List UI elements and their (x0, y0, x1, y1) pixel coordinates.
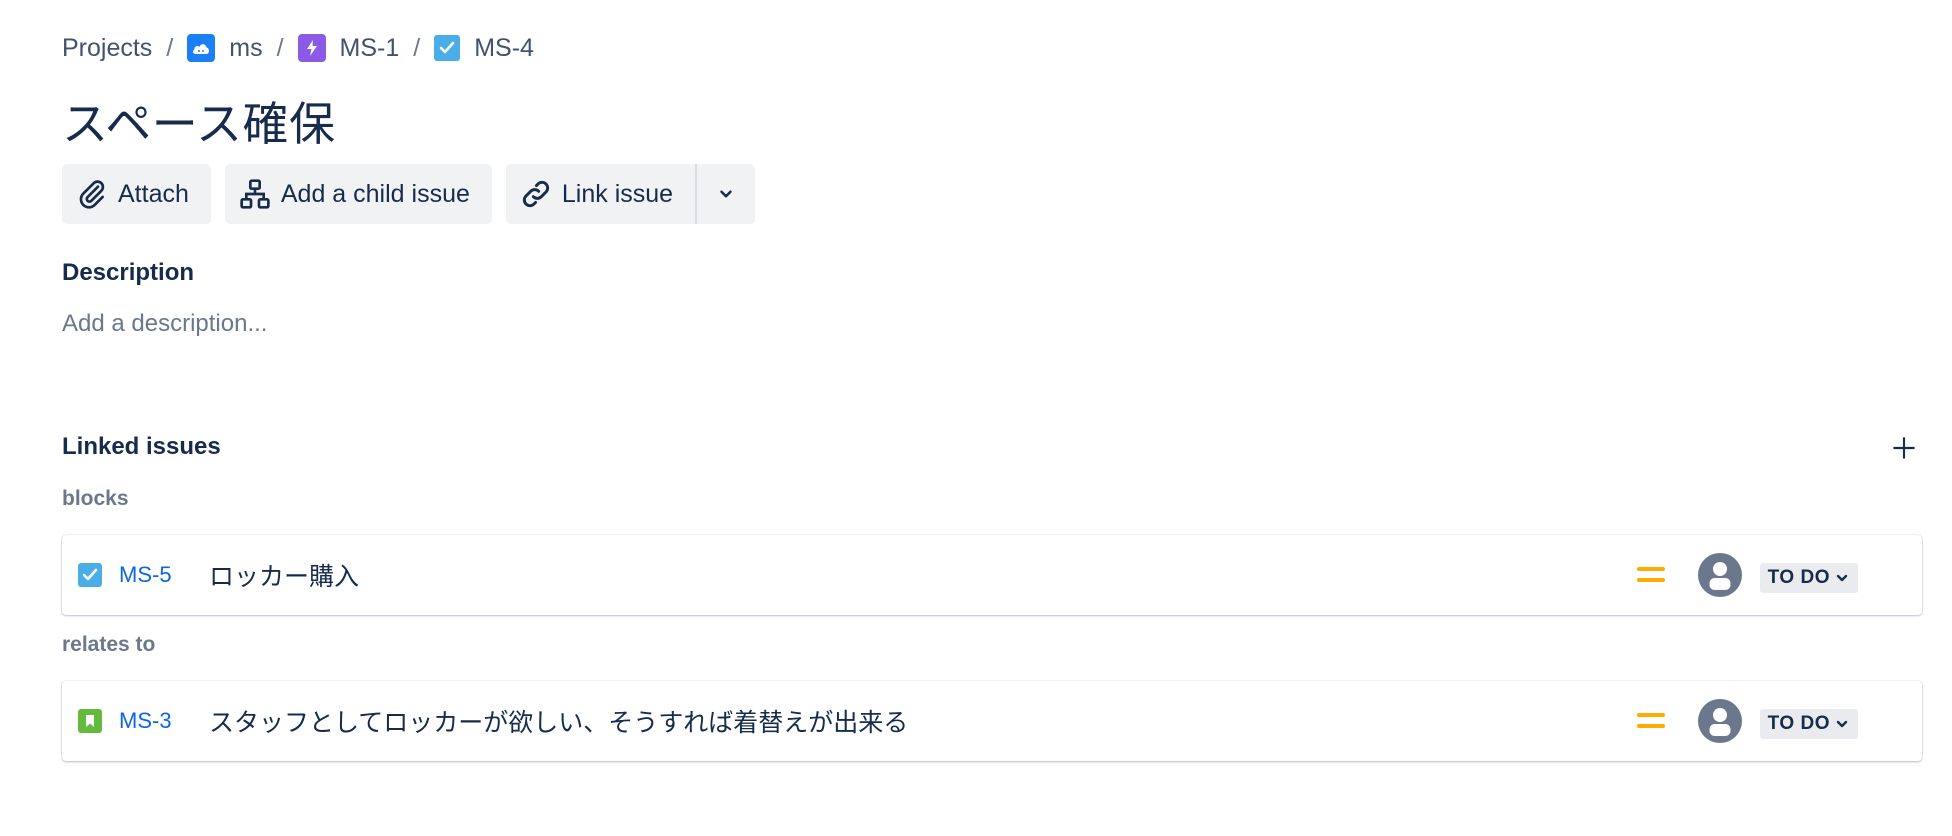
project-cloud-icon (187, 34, 216, 62)
breadcrumb-current-issue[interactable]: MS-4 (434, 34, 534, 63)
more-actions-button[interactable] (697, 164, 755, 224)
link-type-label: blocks (62, 487, 129, 510)
breadcrumb-current-label: MS-4 (474, 33, 534, 62)
add-child-issue-label: Add a child issue (280, 179, 470, 208)
priority-medium-icon (1637, 713, 1665, 728)
breadcrumb-project-ms[interactable]: ms (187, 33, 263, 63)
story-bookmark-icon (78, 709, 102, 733)
unassigned-avatar[interactable] (1698, 699, 1742, 743)
issue-key-link[interactable]: MS-5 (119, 562, 172, 588)
breadcrumb-projects-label: Projects (62, 33, 153, 62)
priority-medium-icon (1637, 567, 1665, 582)
hierarchy-icon (240, 179, 270, 209)
status-dropdown[interactable]: TO DO (1759, 709, 1858, 739)
breadcrumb-projects[interactable]: Projects (62, 34, 152, 63)
description-editor[interactable]: Add a description... (62, 310, 267, 338)
link-issue-label: Link issue (561, 179, 674, 208)
breadcrumb-epic-label: MS-1 (339, 33, 400, 62)
status-label: TO DO (1767, 567, 1830, 588)
link-icon (522, 180, 549, 208)
add-linked-issue-button[interactable] (1886, 430, 1922, 466)
epic-lightning-icon (297, 34, 326, 62)
status-label: TO DO (1767, 713, 1830, 734)
breadcrumb: Projects / ms / MS-1 / MS-4 (62, 30, 534, 66)
issue-toolbar: Attach Add a child issue Link issue (62, 164, 756, 224)
chevron-down-icon (1836, 720, 1848, 728)
plus-icon (1893, 437, 1915, 459)
task-check-icon (434, 35, 461, 61)
attach-label: Attach (118, 179, 189, 208)
task-check-icon (78, 563, 102, 587)
unassigned-avatar[interactable] (1698, 553, 1742, 597)
paperclip-icon (79, 180, 105, 209)
issue-summary: スタッフとしてロッカーが欲しい、そうすれば着替えが出来る (209, 709, 909, 737)
breadcrumb-project-label: ms (229, 33, 263, 62)
issue-key-link[interactable]: MS-3 (119, 708, 172, 734)
issue-summary: ロッカー購入 (209, 563, 360, 591)
add-child-issue-button[interactable]: Add a child issue (224, 164, 492, 224)
status-dropdown[interactable]: TO DO (1759, 563, 1858, 593)
link-issue-button-group: Link issue (505, 164, 756, 224)
description-heading: Description (62, 259, 195, 286)
breadcrumb-separator: / (413, 33, 421, 62)
linked-issue-row[interactable]: MS-5 ロッカー購入 TO DO (62, 535, 1922, 615)
issue-title[interactable]: スペース確保 (62, 88, 335, 154)
chevron-down-icon (1836, 574, 1848, 582)
link-type-label: relates to (62, 633, 156, 656)
attach-button[interactable]: Attach (62, 164, 211, 224)
chevron-down-icon (720, 190, 732, 198)
breadcrumb-epic[interactable]: MS-1 (297, 33, 400, 63)
linked-issues-heading: Linked issues (62, 433, 221, 460)
linked-issue-row[interactable]: MS-3 スタッフとしてロッカーが欲しい、そうすれば着替えが出来る TO DO (62, 681, 1922, 761)
link-issue-button[interactable]: Link issue (505, 164, 696, 224)
breadcrumb-separator: / (166, 33, 174, 62)
breadcrumb-separator: / (276, 33, 284, 62)
